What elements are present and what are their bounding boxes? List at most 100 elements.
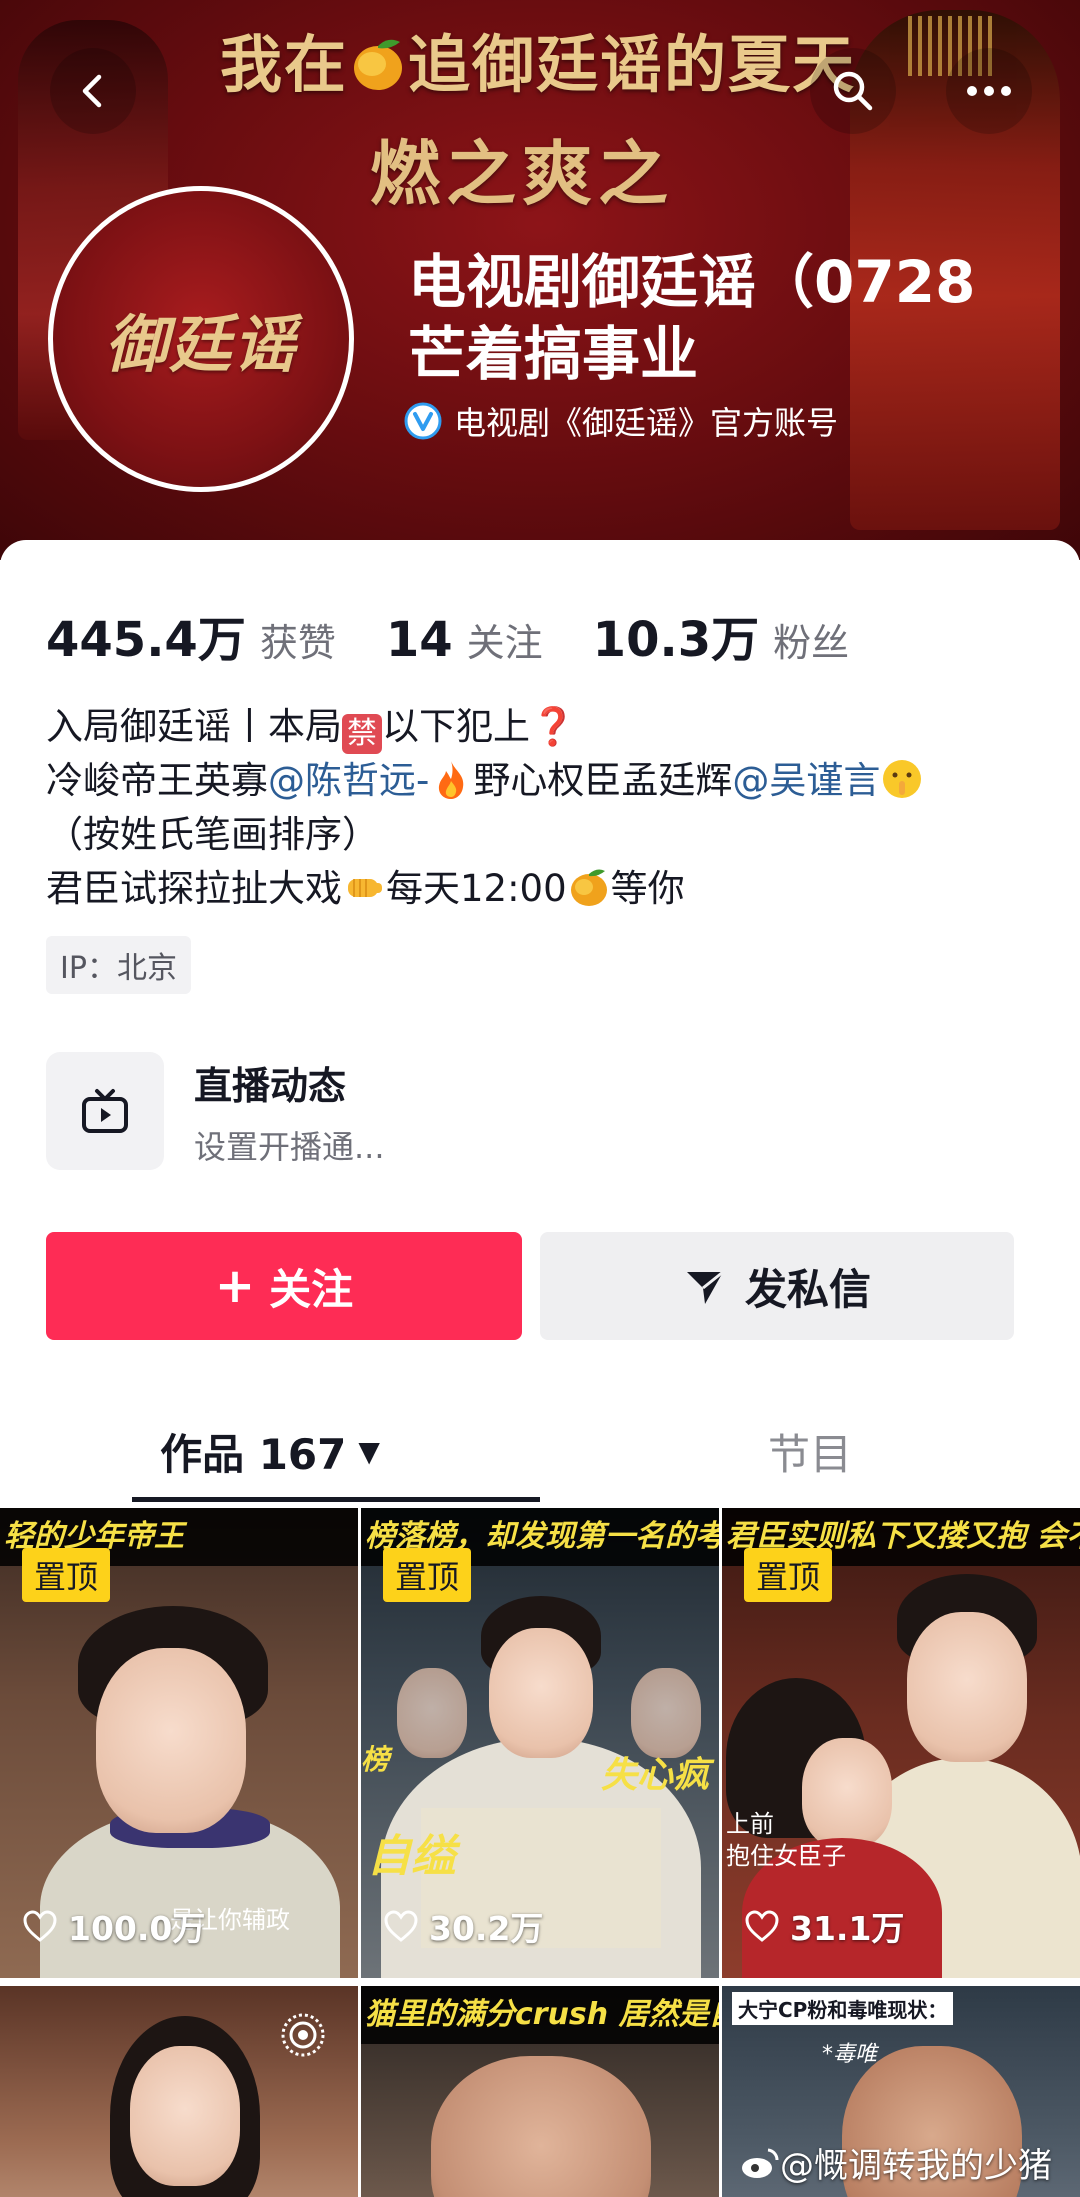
active-tab-indicator (132, 1497, 540, 1502)
video-likes: 100.0万 (22, 1902, 205, 1950)
search-button[interactable] (810, 48, 896, 134)
avatar-logo-text: 御廷谣 (104, 308, 297, 381)
ban-emoji: 禁 (342, 714, 382, 754)
likes-label: 获赞 (259, 621, 336, 665)
overlay-text: 自缢 (367, 1831, 455, 1882)
likes-count-text: 30.2万 (429, 1909, 544, 1948)
likes-count-text: 100.0万 (68, 1909, 206, 1948)
video-thumbnail[interactable]: 榜落榜，却发现第一名的考卷是自己 置顶 榜 自缢 失心疯 30.2万 (361, 1508, 719, 1978)
live-subtitle: 设置开播通... (194, 1127, 385, 1166)
account-name: 电视剧御廷谣（0728 芒着搞事业 (408, 246, 1048, 390)
live-text: 直播动态 设置开播通... (194, 1055, 385, 1168)
bio-text: 君臣试探拉扯大戏 (46, 867, 342, 910)
message-label: 发私信 (744, 1264, 871, 1314)
video-likes: 31.1万 (744, 1902, 904, 1950)
more-button[interactable] (946, 48, 1032, 134)
weibo-watermark: @慨调转我的少猪 (740, 2138, 1052, 2187)
video-thumbnail[interactable]: 猫里的满分crush 居然是自己的 (361, 1986, 719, 2197)
followers-count[interactable]: 10.3万 (593, 600, 759, 670)
heart-icon (384, 1910, 418, 1942)
ip-location-tag: IP：北京 (46, 936, 191, 994)
fist-icon (348, 879, 382, 897)
follow-label: 关注 (269, 1264, 354, 1314)
likes-count-text: 31.1万 (790, 1909, 905, 1948)
shush-face-icon (883, 760, 922, 798)
figure-face (130, 2046, 240, 2186)
bio-text: 以下犯上 (382, 705, 530, 748)
caret-down-icon: ▼ (358, 1434, 380, 1468)
figure-face (431, 2056, 651, 2197)
banner-slogan-line2: 燃之爽之 (370, 132, 674, 215)
tab-works[interactable]: 作品 167 ▼ (0, 1400, 540, 1502)
overlay-text: 榜 (361, 1743, 390, 1776)
video-likes: 30.2万 (383, 1902, 543, 1950)
tab-works-label: 作品 167 (160, 1429, 347, 1479)
send-icon (686, 1270, 724, 1304)
figure-face (96, 1648, 246, 1833)
back-button[interactable] (50, 48, 136, 134)
video-thumbnail[interactable] (0, 1986, 358, 2197)
live-status-row[interactable]: 直播动态 设置开播通... (46, 1052, 385, 1170)
mango-icon (570, 869, 607, 906)
mention-link-2[interactable]: @吴谨言 (732, 759, 880, 802)
verified-badge-icon (404, 402, 442, 440)
question-emoji: ❓ (530, 705, 577, 748)
overlay-line: 上前 (726, 1810, 774, 1838)
bio-text: 野心权臣孟廷辉 (473, 759, 733, 802)
bio-text: 每天12:00 (386, 867, 567, 910)
bio-text: 冷峻帝王英寡 (46, 759, 268, 802)
overlay-line: 抱住女臣子 (726, 1842, 846, 1870)
heart-icon (745, 1910, 779, 1942)
live-icon-box (46, 1052, 164, 1170)
bio-line-4: 君臣试探拉扯大戏 每天12:00 等你 (46, 862, 1056, 916)
mention-link-1[interactable]: @陈哲远- (268, 759, 429, 802)
verified-text: 电视剧《御廷谣》官方账号 (454, 404, 839, 442)
bio-text: 等你 (610, 867, 685, 910)
more-icon (967, 86, 1011, 96)
profile-banner: 我在 追御廷谣的夏天 燃之爽之 御廷谣 电视剧御廷谣（0728 芒着搞事业 电视剧… (0, 0, 1080, 560)
account-name-line2: 芒着搞事业 (408, 320, 699, 388)
pinned-badge: 置顶 (744, 1548, 833, 1602)
figure-face (489, 1628, 593, 1758)
stats-row: 445.4万 获赞 14 关注 10.3万 粉丝 (46, 600, 899, 670)
following-label[interactable]: 关注 (467, 612, 543, 667)
bio-line-2: 冷峻帝王英寡@陈哲远- 野心权臣孟廷辉@吴谨言 (46, 754, 1056, 808)
chevron-left-icon (82, 74, 102, 108)
avatar[interactable]: 御廷谣 (48, 186, 354, 492)
watermark-text: @慨调转我的少猪 (780, 2146, 1052, 2186)
bio-line-3: （按姓氏笔画排序） (46, 813, 379, 856)
profile-tabs: 作品 167 ▼ 节目 (0, 1400, 1080, 1502)
fire-icon (439, 761, 464, 799)
figure-face (397, 1668, 467, 1758)
tab-shows[interactable]: 节目 (540, 1400, 1080, 1502)
profile-card: 445.4万 获赞 14 关注 10.3万 粉丝 入局御廷谣丨本局禁以下犯上❓ … (0, 540, 1080, 2197)
following-count[interactable]: 14 (386, 612, 453, 668)
figure-face (907, 1612, 1027, 1762)
heart-icon (23, 1910, 57, 1942)
banner-slogan-line1: 我在 追御廷谣的夏天 (220, 28, 857, 101)
search-icon (833, 71, 873, 111)
verified-info: 电视剧《御廷谣》官方账号 (404, 398, 838, 444)
plus-icon: + (214, 1258, 256, 1314)
bio-line-1: 入局御廷谣丨本局禁以下犯上❓ (46, 700, 1056, 754)
video-caption: 大宁CP粉和毒唯现状： (732, 1992, 954, 2025)
message-button[interactable]: 发私信 (540, 1232, 1014, 1340)
follow-button[interactable]: + 关注 (46, 1232, 522, 1340)
overlay-text: 失心疯 (601, 1755, 710, 1796)
figure-face (631, 1668, 701, 1758)
bio-text: 入局御廷谣丨本局 (46, 705, 342, 748)
account-name-line1: 电视剧御廷谣（0728 (408, 248, 976, 316)
overlay-text: *毒唯 (822, 2042, 878, 2067)
pinned-badge: 置顶 (383, 1548, 472, 1602)
pinned-badge: 置顶 (22, 1548, 111, 1602)
live-title: 直播动态 (194, 1063, 347, 1108)
followers-label[interactable]: 粉丝 (773, 612, 849, 667)
live-photo-icon (281, 2013, 325, 2057)
mango-icon (354, 39, 403, 90)
likes-count: 445.4万 (46, 612, 246, 668)
video-caption: 猫里的满分crush 居然是自己的 (361, 1986, 719, 2044)
overlay-text: 上前 抱住女臣子 (726, 1808, 846, 1872)
video-thumbnail[interactable]: 君臣实则私下又搂又抱 会不会 置顶 上前 抱住女臣子 31.1万 (722, 1508, 1080, 1978)
video-thumbnail[interactable]: 轻的少年帝王 置顶 是让你辅政 100.0万 (0, 1508, 358, 1978)
tv-icon (82, 1089, 128, 1133)
